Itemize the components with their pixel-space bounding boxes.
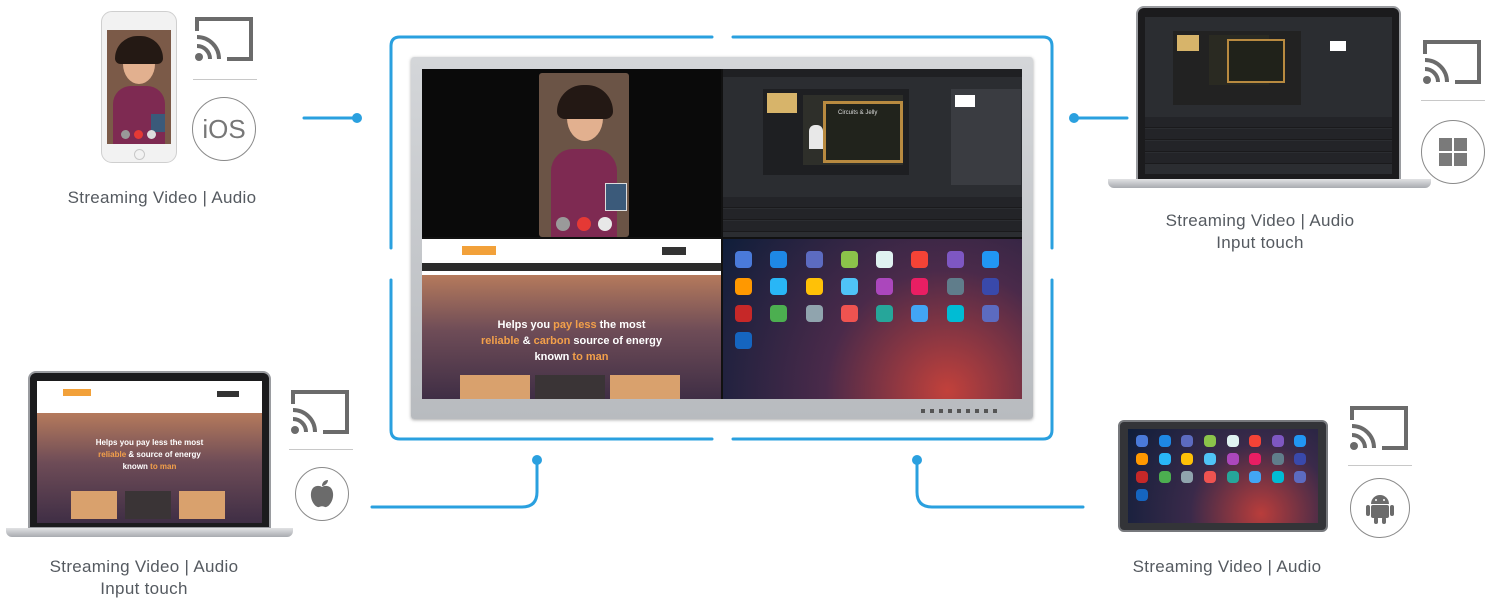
cast-icon [1350, 406, 1408, 450]
divider [1348, 465, 1412, 466]
cast-icon [1423, 40, 1481, 84]
caption-iphone: Streaming Video | Audio [67, 188, 257, 207]
hero-headline: Helps you pay less the most reliable & c… [481, 319, 662, 363]
divider [1421, 100, 1485, 101]
iphone-device [101, 11, 177, 163]
quadrant-video-editor: Circuits & Jelly [723, 69, 1022, 237]
display-controls [921, 409, 1001, 413]
android-icon [1350, 478, 1410, 538]
iphone-screen [107, 30, 171, 144]
quadrant-facetime [422, 69, 721, 237]
slide-title: Circuits & Jelly [838, 110, 878, 116]
cast-icon [195, 17, 253, 61]
os-label: iOS [202, 113, 246, 144]
windows-icon [1421, 120, 1485, 184]
windows-laptop [1108, 6, 1431, 192]
cast-icon [291, 390, 349, 434]
laptop-screen: Helps you pay less the most reliable & so… [37, 381, 262, 523]
ios-icon: iOS [192, 97, 256, 161]
tablet-screen [1128, 429, 1318, 523]
apple-icon [295, 467, 349, 521]
quadrant-android [723, 239, 1022, 399]
laptop-screen [1145, 17, 1392, 174]
caption-mac-laptop: Streaming Video | Audio Input touch [49, 557, 239, 598]
divider [289, 449, 353, 450]
caption-android-tablet: Streaming Video | Audio [1132, 557, 1322, 576]
display-screen: Circuits & Jelly Helps you pay less the … [422, 69, 1022, 399]
mac-laptop: Helps you pay less the most reliable & so… [6, 371, 293, 538]
android-tablet [1118, 420, 1328, 532]
interactive-display: Circuits & Jelly Helps you pay less the … [411, 57, 1033, 419]
quadrant-website: Helps you pay less the most reliable & c… [422, 239, 721, 399]
divider [193, 79, 257, 80]
caption-windows-laptop: Streaming Video | Audio Input touch [1165, 211, 1355, 252]
